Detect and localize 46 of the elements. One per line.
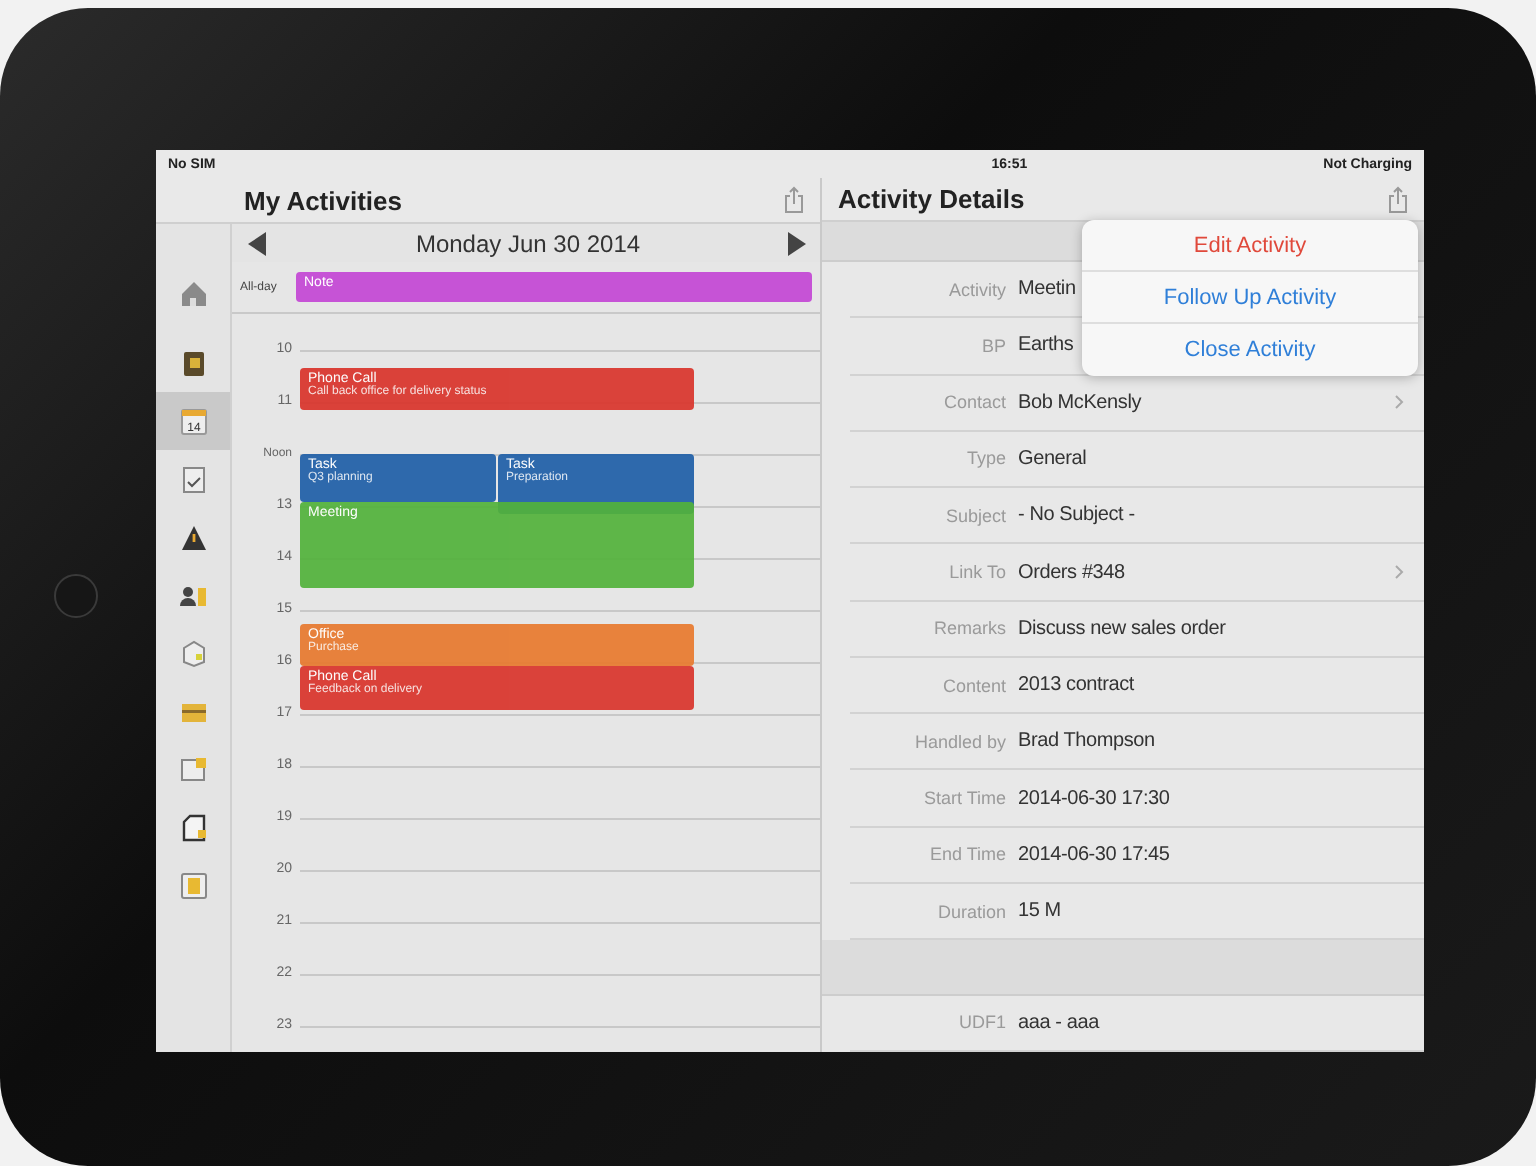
next-day-button[interactable] [788, 231, 808, 255]
field-label: End Time [927, 844, 1008, 865]
field-label: BP [979, 335, 1008, 356]
field-label: Remarks [931, 618, 1008, 639]
chevron-icon[interactable] [1394, 564, 1404, 580]
home-button[interactable] [54, 574, 98, 618]
field-value: 2013 contract [1018, 674, 1134, 697]
menu-item[interactable]: Close Activity [1082, 324, 1418, 376]
field-label: Content [940, 675, 1008, 696]
checklist-icon [179, 465, 207, 493]
field-value: Orders #348 [1018, 561, 1125, 583]
warning-icon [179, 523, 207, 551]
book-icon [179, 349, 207, 377]
field-value: - No Subject - [1018, 504, 1135, 527]
field-label: Type [964, 448, 1008, 469]
field-label: Handled by [912, 731, 1008, 752]
field-label: Link To [947, 562, 1008, 582]
date-label: Monday Jun 30 2014 [415, 229, 641, 257]
field-value: Discuss new sales order [1018, 617, 1226, 640]
contacts-icon [179, 581, 207, 609]
field-label: Duration [935, 901, 1008, 922]
field-value: 2014-06-30 17:45 [1018, 843, 1170, 866]
field-value: Earths [1018, 334, 1074, 357]
field-value: Meetin [1018, 278, 1076, 301]
field-label: Contact [941, 392, 1008, 413]
share-icon[interactable] [1388, 185, 1408, 214]
field-value: aaa - aaa [1018, 1011, 1099, 1034]
chevron-icon[interactable] [1394, 394, 1404, 411]
field-value: 15 M [1018, 900, 1061, 923]
field-value: 2014-06-30 17:30 [1018, 787, 1170, 810]
menu-item[interactable]: Edit Activity [1082, 220, 1418, 272]
field-label: Start Time [921, 788, 1008, 809]
previous-day-button[interactable] [248, 231, 268, 255]
share-icon[interactable] [784, 186, 804, 214]
field-label: UDF1 [956, 1012, 1008, 1033]
pane-title: Activity Details [838, 184, 1025, 215]
box-icon [179, 639, 207, 667]
field-value: Bob McKensly [1018, 391, 1142, 414]
field-label: Subject [943, 505, 1008, 526]
field-value: General [1018, 447, 1087, 470]
field-value: Brad Thompson [1018, 730, 1155, 753]
home-icon [179, 279, 207, 307]
menu-item[interactable]: Follow Up Activity [1082, 272, 1418, 324]
field-label: Activity [946, 279, 1008, 300]
pane-title: My Activities [244, 185, 402, 215]
document-icon [179, 813, 207, 841]
